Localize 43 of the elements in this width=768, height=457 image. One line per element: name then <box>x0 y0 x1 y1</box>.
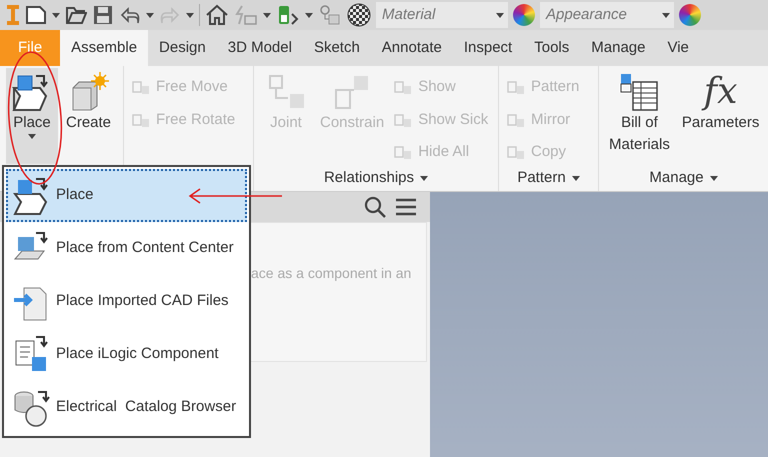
menu-item[interactable]: Place <box>6 169 247 222</box>
search-icon[interactable] <box>364 196 386 218</box>
ribbon-tab[interactable]: 3D Model <box>216 30 303 66</box>
caret-icon <box>496 12 504 18</box>
caret-icon <box>305 12 313 18</box>
panel-label-button[interactable]: Pattern <box>515 165 582 191</box>
caret-icon <box>263 12 271 18</box>
battery-icon[interactable] <box>276 4 300 26</box>
ribbon-tab[interactable]: Tools <box>523 30 580 66</box>
caret-icon <box>146 12 154 18</box>
menu-item[interactable]: Place iLogic Component <box>6 328 247 381</box>
ribbon-tab[interactable]: Design <box>148 30 217 66</box>
tool-button[interactable]: Bill of Materials <box>605 68 674 165</box>
tooltip-text: ace as a component in an <box>251 264 412 283</box>
ribbon-tab[interactable]: Inspect <box>452 30 524 66</box>
appearance-dropdown[interactable]: Appearance <box>540 2 674 28</box>
folder-icon[interactable] <box>65 4 87 26</box>
menu-item[interactable]: Place from Content Center <box>6 222 247 275</box>
caret-icon <box>186 12 194 18</box>
tool-button[interactable]: fx Parameters <box>678 68 764 165</box>
home-icon[interactable] <box>205 4 229 26</box>
panel-label-button[interactable]: Relationships <box>322 165 430 191</box>
color-wheel-icon[interactable] <box>679 4 701 26</box>
ribbon-tab[interactable]: Assemble <box>60 30 148 66</box>
caret-icon <box>52 12 60 18</box>
ribbon-tab[interactable]: Manage <box>580 30 656 66</box>
function-icon[interactable]: fx <box>704 72 738 112</box>
tool-button[interactable]: Create <box>62 68 116 165</box>
menu-item[interactable]: Place Imported CAD Files <box>6 275 247 328</box>
menu-icon[interactable] <box>396 198 416 216</box>
ribbon-tab[interactable]: Sketch <box>302 30 371 66</box>
panel-label-button[interactable]: Manage <box>647 164 720 191</box>
new-document-icon[interactable] <box>25 4 47 26</box>
tool-button[interactable]: Place <box>6 68 58 164</box>
ribbon-tab[interactable]: Vie <box>656 30 700 66</box>
material-dropdown[interactable]: Material <box>376 2 508 28</box>
menu-item[interactable]: Electrical Catalog Browser <box>6 381 247 434</box>
caret-icon <box>662 12 670 18</box>
ribbon-tab[interactable]: Annotate <box>370 30 453 66</box>
checker-sphere-icon[interactable] <box>347 3 371 27</box>
undo-icon[interactable] <box>119 4 141 26</box>
color-wheel-icon[interactable] <box>513 4 535 26</box>
save-icon[interactable] <box>92 4 114 26</box>
